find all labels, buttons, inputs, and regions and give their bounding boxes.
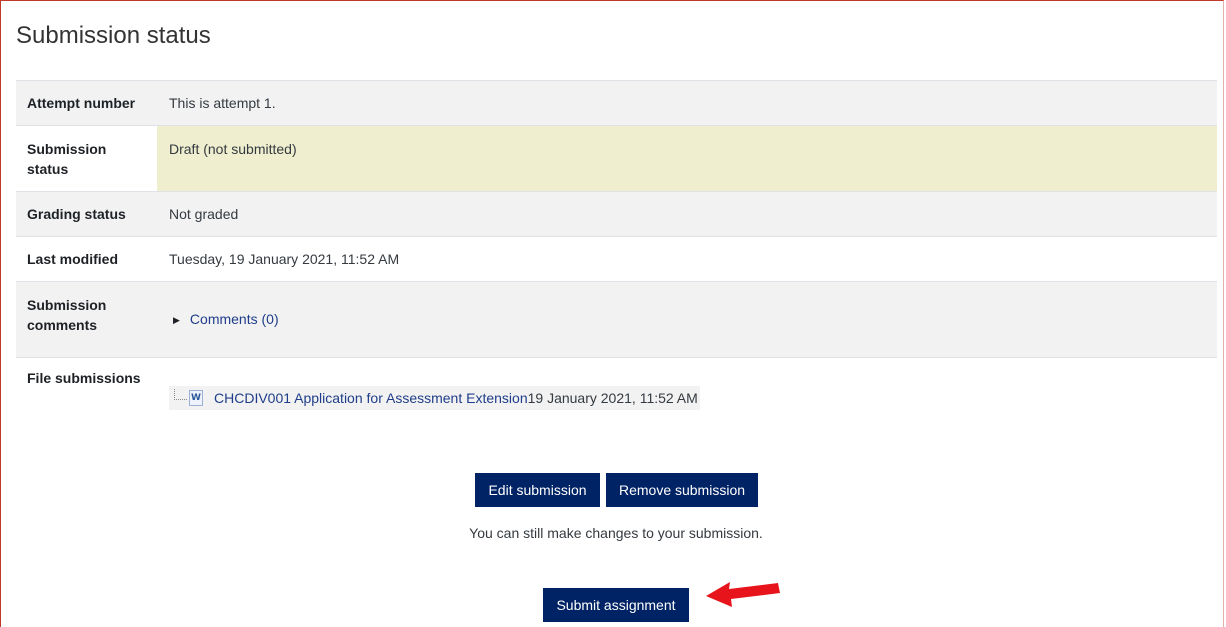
table-row: Grading status Not graded — [16, 191, 1217, 237]
table-row: Attempt number This is attempt 1. — [16, 80, 1217, 126]
row-label-grading-status: Grading status — [16, 191, 157, 237]
word-file-icon: W — [189, 390, 203, 406]
submit-assignment-button[interactable]: Submit assignment — [543, 588, 689, 622]
row-value-attempt-number: This is attempt 1. — [157, 80, 1217, 126]
row-label-submission-status: Submission status — [16, 125, 157, 192]
submission-status-table: Attempt number This is attempt 1. Submis… — [16, 80, 1217, 448]
comments-toggle[interactable]: ▶ Comments (0) — [169, 311, 279, 327]
row-value-submission-comments: ▶ Comments (0) — [157, 281, 1217, 358]
row-value-last-modified: Tuesday, 19 January 2021, 11:52 AM — [157, 236, 1217, 282]
label-line: status — [27, 161, 69, 177]
row-value-file-submissions: W CHCDIV001 Application for Assessment E… — [157, 357, 1217, 448]
table-row: Last modified Tuesday, 19 January 2021, … — [16, 236, 1217, 282]
row-label-submission-comments: Submission comments — [16, 281, 157, 358]
row-label-file-submissions: File submissions — [16, 357, 157, 448]
comments-link-label: Comments (0) — [189, 311, 279, 327]
table-row: Submission status Draft (not submitted) — [16, 125, 1217, 192]
changes-note: You can still make changes to your submi… — [469, 525, 763, 541]
row-label-last-modified: Last modified — [16, 236, 157, 282]
row-label-attempt-number: Attempt number — [16, 80, 157, 126]
table-row: Submission comments ▶ Comments (0) — [16, 281, 1217, 358]
page-title: Submission status — [16, 22, 211, 49]
row-value-submission-status: Draft (not submitted) — [157, 125, 1217, 192]
file-submission-item: W CHCDIV001 Application for Assessment E… — [169, 386, 700, 410]
file-link[interactable]: CHCDIV001 Application for Assessment Ext… — [214, 390, 528, 406]
edit-submission-button[interactable]: Edit submission — [475, 473, 600, 507]
red-arrow-icon — [706, 582, 780, 607]
remove-submission-button[interactable]: Remove submission — [606, 473, 758, 507]
table-row: File submissions W CHCDIV001 Application… — [16, 357, 1217, 448]
file-date: 19 January 2021, 11:52 AM — [527, 390, 698, 406]
label-line: Submission — [27, 141, 107, 157]
label-line: comments — [27, 317, 98, 333]
label-line: Submission — [27, 297, 107, 313]
row-value-grading-status: Not graded — [157, 191, 1217, 237]
tree-connector-icon — [174, 388, 187, 400]
caret-right-icon: ▶ — [173, 315, 180, 325]
